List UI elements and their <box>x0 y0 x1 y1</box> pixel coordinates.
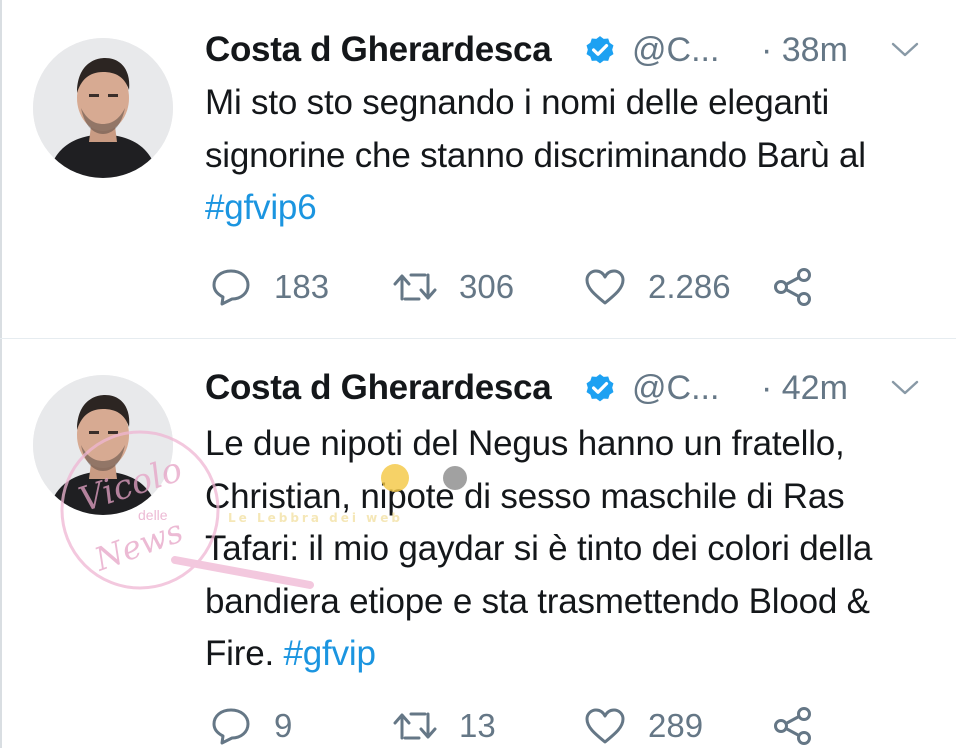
avatar[interactable] <box>33 375 173 515</box>
verified-badge-icon <box>586 374 614 402</box>
tweet[interactable]: Costa d Gherardesca @C... · 38m Mi sto s… <box>0 0 956 339</box>
heart-icon <box>585 708 625 744</box>
divider <box>0 0 2 338</box>
retweet-count: 13 <box>459 707 496 744</box>
tweet-text: Le due nipoti del Negus hanno un fratell… <box>205 418 905 681</box>
share-button[interactable] <box>772 262 814 312</box>
chevron-down-icon[interactable] <box>890 40 920 60</box>
author-handle[interactable]: @C... <box>632 31 719 70</box>
like-button[interactable]: 2.286 <box>584 262 731 312</box>
author-handle[interactable]: @C... <box>632 369 719 408</box>
reply-button[interactable]: 183 <box>210 262 329 312</box>
heart-icon <box>585 269 625 305</box>
verified-badge-icon <box>586 36 614 64</box>
avatar[interactable] <box>33 38 173 178</box>
tweet-header: Costa d Gherardesca @C... · 38m <box>205 30 925 74</box>
tweet-body: Mi sto sto segnando i nomi delle elegant… <box>205 83 866 175</box>
avatar-photo <box>33 38 173 178</box>
tweet-timestamp[interactable]: · 38m <box>761 31 848 70</box>
avatar-photo <box>33 375 173 515</box>
retweet-icon <box>393 273 437 301</box>
like-count: 2.286 <box>648 268 731 305</box>
retweet-count: 306 <box>459 268 515 305</box>
like-button[interactable]: 289 <box>584 701 703 751</box>
share-button[interactable] <box>772 701 814 751</box>
share-icon <box>774 707 811 745</box>
hashtag-link[interactable]: #gfvip6 <box>205 188 317 227</box>
tweet-text: Mi sto sto segnando i nomi delle elegant… <box>205 77 905 235</box>
hashtag-link[interactable]: #gfvip <box>284 634 376 673</box>
tweet-header: Costa d Gherardesca @C... · 42m <box>205 368 925 412</box>
like-count: 289 <box>648 707 704 744</box>
chevron-down-icon[interactable] <box>890 378 920 398</box>
retweet-icon <box>393 712 437 740</box>
retweet-button[interactable]: 306 <box>393 262 514 312</box>
reply-icon <box>212 708 250 745</box>
reply-button[interactable]: 9 <box>210 701 292 751</box>
tweet-actions: 9 13 289 <box>205 701 925 751</box>
tweet-actions: 183 306 2.286 <box>205 262 925 312</box>
share-icon <box>774 268 811 306</box>
retweet-button[interactable]: 13 <box>393 701 496 751</box>
reply-icon <box>212 269 250 306</box>
author-name[interactable]: Costa d Gherardesca <box>205 368 552 408</box>
tweet[interactable]: Costa d Gherardesca @C... · 42m Le due n… <box>0 339 956 748</box>
reply-count: 183 <box>274 268 330 305</box>
tweet-timestamp[interactable]: · 42m <box>761 369 848 408</box>
reply-count: 9 <box>274 707 293 744</box>
author-name[interactable]: Costa d Gherardesca <box>205 30 552 70</box>
divider <box>0 339 2 748</box>
